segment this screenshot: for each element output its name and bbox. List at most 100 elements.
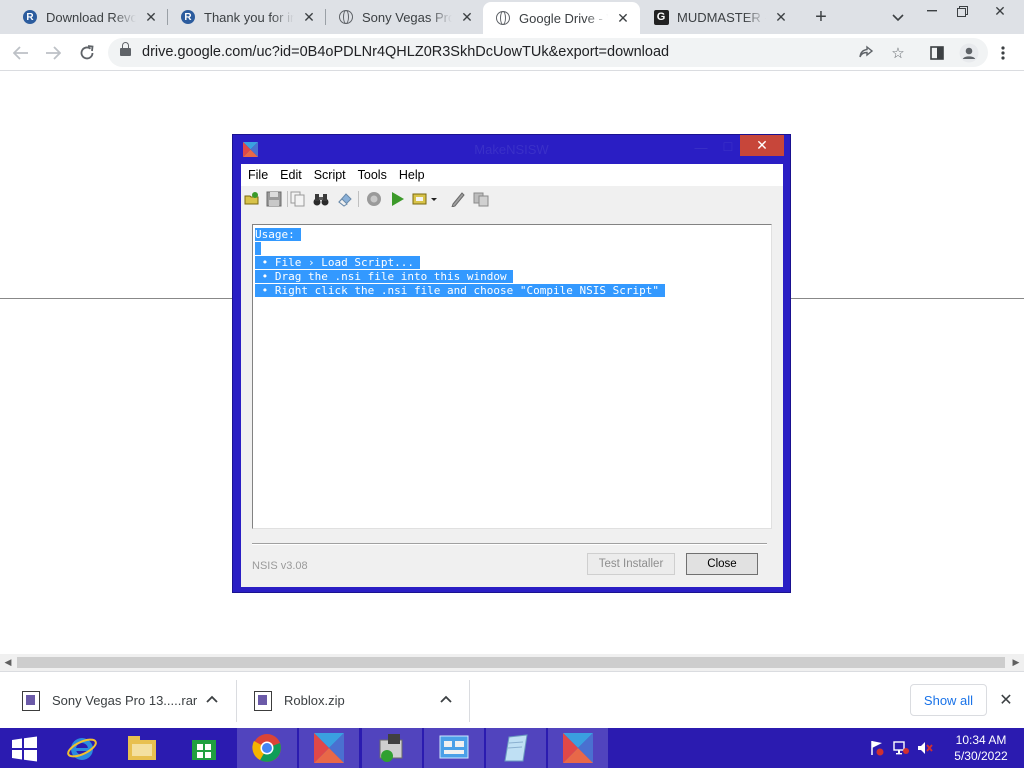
find-binoculars-icon[interactable] [313, 191, 329, 207]
close-window-icon[interactable]: ✕ [985, 0, 1015, 22]
archive-file-icon [22, 690, 40, 711]
maximize-icon[interactable]: ☐ [715, 137, 741, 157]
bookmark-star-icon[interactable]: ☆ [888, 43, 908, 63]
load-script-icon[interactable] [244, 191, 260, 207]
clock-date: 5/30/2022 [954, 749, 1008, 763]
close-tab-icon[interactable]: ✕ [614, 9, 632, 27]
clear-eraser-icon[interactable] [337, 191, 353, 207]
control-panel-icon[interactable] [424, 728, 484, 768]
download-filename: Roblox.zip [284, 693, 345, 708]
menu-bar: File Edit Script Tools Help [241, 164, 783, 186]
forward-button[interactable] [40, 40, 66, 66]
close-tab-icon[interactable]: ✕ [142, 8, 160, 26]
version-label: NSIS v3.08 [252, 560, 308, 572]
log-line: • Drag the .nsi file into this window [255, 270, 771, 284]
horizontal-scrollbar[interactable]: ◀ ▶ [0, 654, 1024, 671]
clock-time: 10:34 AM [955, 733, 1007, 747]
toolbar-separator [358, 191, 359, 207]
download-item[interactable]: Roblox.zip [254, 672, 466, 729]
network-icon[interactable] [892, 739, 910, 757]
close-window-button[interactable]: ✕ [740, 135, 784, 156]
notepad-icon[interactable] [486, 728, 546, 768]
toolbar [241, 186, 783, 212]
minimize-window-icon[interactable] [917, 0, 947, 22]
makensisw-taskbar-icon[interactable] [548, 728, 608, 768]
menu-edit[interactable]: Edit [280, 168, 302, 182]
download-divider [469, 680, 470, 722]
more-menu-icon[interactable] [990, 40, 1016, 66]
test-run-icon[interactable] [389, 191, 405, 207]
log-line [255, 242, 771, 256]
menu-help[interactable]: Help [399, 168, 425, 182]
internet-explorer-icon[interactable] [52, 728, 112, 768]
download-item[interactable]: Sony Vegas Pro 13.....rar [22, 672, 234, 729]
taskbar: 10:34 AM 5/30/2022 [0, 728, 1024, 768]
window-titlebar[interactable]: MakeNSISW — ☐ ✕ [233, 135, 790, 163]
save-icon[interactable] [266, 191, 282, 207]
scrollbar-thumb[interactable] [17, 657, 1005, 668]
close-button[interactable]: Close [686, 553, 758, 575]
menu-file[interactable]: File [248, 168, 268, 182]
log-line: • Right click the .nsi file and choose "… [255, 284, 771, 298]
action-center-flag-icon[interactable] [868, 739, 886, 757]
test-installer-button[interactable]: Test Installer [587, 553, 675, 575]
log-output-area[interactable]: Usage: • File › Load Script... • Drag th… [252, 224, 772, 529]
volume-muted-icon[interactable] [916, 739, 934, 757]
window-client-area: File Edit Script Tools Help Usage: • Fil… [241, 164, 783, 587]
compressor-icon[interactable] [412, 191, 428, 207]
chevron-up-icon[interactable] [440, 691, 452, 706]
reload-button[interactable] [74, 40, 100, 66]
browser-toolbar: drive.google.com/uc?id=0B4oPDLNr4QHLZ0R3… [0, 34, 1024, 71]
close-tab-icon[interactable]: ✕ [772, 8, 790, 26]
minimize-icon[interactable]: — [687, 137, 715, 157]
new-tab-button[interactable]: + [810, 6, 832, 28]
log-line: Usage: [255, 228, 771, 242]
tab-thank-you[interactable]: R Thank you for installing ✕ [168, 0, 326, 34]
show-all-button[interactable]: Show all [910, 684, 987, 716]
windows-start-icon[interactable] [8, 736, 40, 762]
divider [252, 543, 767, 545]
restore-window-icon[interactable] [947, 0, 977, 22]
tab-search-chevron-icon[interactable] [888, 8, 908, 28]
recompile-icon[interactable] [366, 191, 382, 207]
scroll-left-arrow-icon[interactable]: ◀ [3, 657, 13, 668]
close-tab-icon[interactable]: ✕ [300, 8, 318, 26]
tab-title: Google Drive - Virus scan warning [519, 10, 608, 26]
archive-file-icon [254, 690, 272, 711]
close-tab-icon[interactable]: ✕ [458, 8, 476, 26]
tab-strip: R Download Revo Uninstaller ✕ R Thank yo… [0, 0, 1024, 34]
tab-sony-vegas[interactable]: Sony Vegas Pro 13 ✕ [326, 0, 484, 34]
lock-icon[interactable] [120, 42, 131, 58]
tab-title: Download Revo Uninstaller [46, 9, 136, 25]
tab-download-revo[interactable]: R Download Revo Uninstaller ✕ [10, 0, 168, 34]
chevron-up-icon[interactable] [206, 691, 218, 706]
back-button[interactable] [8, 40, 34, 66]
copy-icon[interactable] [290, 191, 306, 207]
browse-script-icon[interactable] [473, 191, 489, 207]
tab-google-drive[interactable]: Google Drive - Virus scan warning ✕ [483, 2, 640, 34]
file-explorer-icon[interactable] [112, 728, 172, 768]
tab-title: Thank you for installing [204, 9, 294, 25]
store-icon[interactable] [174, 728, 234, 768]
menu-tools[interactable]: Tools [358, 168, 387, 182]
profile-avatar-icon[interactable] [956, 40, 982, 66]
installer-icon[interactable] [362, 728, 422, 768]
globe-icon [338, 9, 354, 25]
download-filename: Sony Vegas Pro 13.....rar [52, 693, 198, 708]
chrome-icon[interactable] [237, 728, 297, 768]
nsis-taskbar-icon[interactable] [299, 728, 359, 768]
scroll-right-arrow-icon[interactable]: ▶ [1011, 657, 1021, 668]
system-clock[interactable]: 10:34 AM 5/30/2022 [946, 732, 1016, 764]
makensisw-window: MakeNSISW — ☐ ✕ File Edit Script Tools H… [232, 134, 791, 593]
tab-title: Sony Vegas Pro 13 [362, 9, 452, 25]
menu-script[interactable]: Script [314, 168, 346, 182]
revo-icon: R [180, 9, 196, 25]
address-bar[interactable]: drive.google.com/uc?id=0B4oPDLNr4QHLZ0R3… [108, 38, 988, 67]
side-panel-icon[interactable] [924, 40, 950, 66]
dropdown-arrow-icon[interactable] [429, 191, 439, 207]
edit-script-pencil-icon[interactable] [450, 191, 466, 207]
url-text[interactable]: drive.google.com/uc?id=0B4oPDLNr4QHLZ0R3… [142, 44, 669, 60]
tab-mudmaster[interactable]: G MUDMASTER - GameBanana ✕ [641, 0, 798, 34]
share-icon[interactable] [856, 43, 876, 63]
close-download-bar-icon[interactable]: ✕ [996, 690, 1016, 710]
